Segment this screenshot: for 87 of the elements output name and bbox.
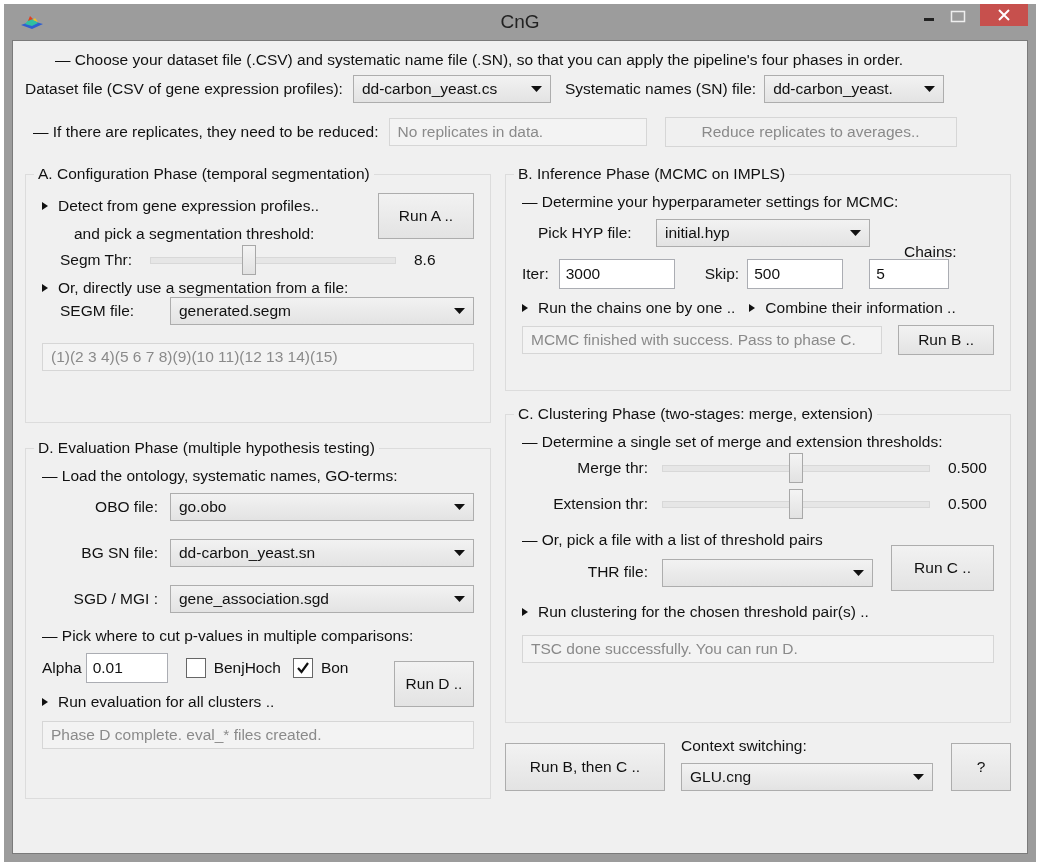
help-button[interactable]: ? bbox=[951, 743, 1011, 791]
slider-value: 8.6 bbox=[414, 251, 436, 269]
run-button[interactable]: Run B .. bbox=[898, 325, 994, 355]
group-title: C. Clustering Phase (two-stages: merge, extension) bbox=[517, 405, 874, 423]
group-title: D. Evaluation Phase (multiple hypothesis testing) bbox=[37, 439, 376, 457]
thr-dropdown[interactable] bbox=[662, 559, 874, 587]
status-field: Phase D complete. eval_* files created. bbox=[42, 721, 474, 749]
run-button[interactable]: Run C .. bbox=[891, 545, 994, 591]
field-label: Pick HYP file: bbox=[538, 224, 633, 242]
field-label: BG SN file: bbox=[80, 544, 159, 562]
replicates-label: — If there are replicates, they need to be reduced: bbox=[33, 123, 379, 141]
step-text: and pick a segmentation threshold: bbox=[73, 225, 316, 243]
section-heading: — Or, pick a file with a list of threshold pairs bbox=[522, 531, 824, 549]
slider-thumb[interactable] bbox=[789, 488, 803, 519]
field-label: SEGM file: bbox=[59, 302, 136, 320]
section-heading: — Determine your hyperparameter settings for MCMC: bbox=[522, 193, 900, 211]
checkbox[interactable] bbox=[292, 658, 313, 678]
field-label: Chains: bbox=[904, 243, 957, 261]
slider-thumb[interactable] bbox=[241, 244, 256, 275]
caret-icon bbox=[924, 86, 936, 92]
slider-value: 0.500 bbox=[948, 495, 987, 513]
context-dropdown[interactable]: GLU.cng bbox=[681, 763, 933, 791]
triangle-icon bbox=[522, 304, 528, 312]
step-text: Combine their information .. bbox=[765, 299, 956, 317]
group-title: A. Configuration Phase (temporal segmentation) bbox=[37, 165, 371, 183]
checkbox[interactable] bbox=[185, 658, 206, 678]
section-heading: — Determine a single set of merge and extension thresholds: bbox=[522, 433, 944, 451]
file-dropdown[interactable]: go.obo bbox=[170, 493, 474, 521]
run-b-then-c-button[interactable]: Run B, then C .. bbox=[505, 743, 665, 791]
status-field: MCMC finished with success. Pass to phase C. bbox=[522, 326, 883, 354]
caret-icon bbox=[913, 774, 924, 780]
instruction-text: — Choose your dataset file (.CSV) and systematic name file (.SN), so that you can apply the pipeline's four phases in order. bbox=[54, 51, 905, 69]
checkbox-label: Bon bbox=[320, 659, 349, 677]
field-label: SGD / MGI : bbox=[72, 590, 159, 608]
step-text: Run the chains one by one .. bbox=[538, 299, 736, 317]
slider-value: 0.500 bbox=[948, 459, 987, 477]
chains-field[interactable]: 5 bbox=[869, 259, 950, 289]
iter-field[interactable]: 3000 bbox=[558, 259, 675, 289]
caret-icon bbox=[850, 230, 861, 236]
step-text: Or, directly use a segmentation from a file: bbox=[58, 279, 349, 297]
hyp-dropdown[interactable]: initial.hyp bbox=[656, 219, 870, 247]
slider-label: Segm Thr: bbox=[59, 251, 134, 269]
dataset-dropdown[interactable]: dd-carbon_yeast.cs bbox=[352, 75, 551, 103]
step-text: Run clustering for the chosen threshold pair(s) .. bbox=[538, 603, 869, 621]
segm-dropdown[interactable]: generated.segm bbox=[170, 297, 474, 325]
triangle-icon bbox=[42, 698, 48, 706]
caret-icon bbox=[454, 308, 465, 314]
section-heading: — Load the ontology, systematic names, GO-terms: bbox=[42, 467, 399, 485]
sn-dropdown[interactable]: dd-carbon_yeast. bbox=[764, 75, 945, 103]
step-text: Run evaluation for all clusters .. bbox=[58, 693, 275, 711]
slider-label: Extension thr: bbox=[552, 495, 649, 513]
run-button[interactable]: Run A .. bbox=[378, 193, 474, 239]
field-label: Skip: bbox=[704, 265, 740, 283]
slider-label: Merge thr: bbox=[576, 459, 649, 477]
maximize-icon[interactable] bbox=[950, 10, 966, 24]
dataset-label: Dataset file (CSV of gene expression profiles): bbox=[25, 80, 343, 98]
field-label: OBO file: bbox=[94, 498, 159, 516]
file-dropdown[interactable]: dd-carbon_yeast.sn bbox=[170, 539, 474, 567]
run-button[interactable]: Run D .. bbox=[394, 661, 474, 707]
caret-icon bbox=[454, 550, 465, 556]
triangle-icon bbox=[42, 284, 48, 292]
field-label: Alpha bbox=[42, 659, 82, 677]
sn-label: Systematic names (SN) file: bbox=[564, 80, 757, 98]
alpha-field[interactable]: 0.01 bbox=[85, 653, 168, 683]
field-label: THR file: bbox=[586, 563, 649, 581]
window-title: CnG bbox=[500, 11, 540, 33]
caret-icon bbox=[853, 570, 865, 576]
triangle-icon bbox=[522, 608, 528, 616]
section-heading: — Pick where to cut p-values in multiple comparisons: bbox=[42, 627, 415, 645]
status-field: No replicates in data. bbox=[388, 118, 647, 146]
status-field: TSC done successfully. You can run D. bbox=[522, 635, 994, 663]
caret-icon bbox=[454, 504, 465, 510]
checkbox-label: BenjHoch bbox=[213, 659, 281, 677]
step-text: Detect from gene expression profiles.. bbox=[58, 197, 320, 215]
skip-field[interactable]: 500 bbox=[747, 259, 844, 289]
group-title: B. Inference Phase (MCMC on IMPLS) bbox=[517, 165, 787, 183]
triangle-icon bbox=[749, 304, 756, 312]
slider-thumb[interactable] bbox=[789, 452, 803, 483]
field-label: Iter: bbox=[522, 265, 549, 283]
caret-icon bbox=[530, 86, 542, 92]
triangle-icon bbox=[42, 202, 48, 210]
caret-icon bbox=[454, 596, 465, 602]
app-icon bbox=[20, 14, 44, 30]
close-icon[interactable] bbox=[980, 4, 1028, 26]
status-field: (1)(2 3 4)(5 6 7 8)(9)(10 11)(12 13 14)(15) bbox=[42, 343, 474, 371]
file-dropdown[interactable]: gene_association.sgd bbox=[170, 585, 474, 613]
field-label: Context switching: bbox=[681, 737, 808, 755]
